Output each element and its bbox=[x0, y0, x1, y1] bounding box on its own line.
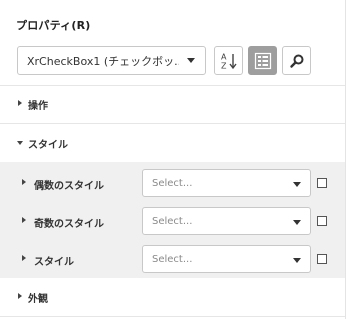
group-header-operation[interactable]: 操作 bbox=[0, 85, 345, 123]
chevron-down-icon bbox=[17, 141, 23, 145]
svg-text:Z: Z bbox=[221, 61, 227, 70]
categorized-list-icon bbox=[254, 52, 271, 69]
group-label: スタイル bbox=[28, 139, 68, 151]
chevron-right-icon bbox=[18, 293, 22, 299]
chevron-right-icon[interactable] bbox=[22, 255, 26, 261]
chevron-right-icon[interactable] bbox=[22, 217, 26, 223]
group-header-appearance[interactable]: 外観 bbox=[0, 278, 345, 316]
sort-alphabetical-button[interactable]: A Z bbox=[214, 46, 243, 75]
even-style-select[interactable]: Select... bbox=[142, 169, 311, 197]
select-placeholder: Select... bbox=[152, 254, 193, 265]
style-select[interactable]: Select... bbox=[142, 245, 311, 273]
svg-text:A: A bbox=[221, 52, 227, 61]
select-placeholder: Select... bbox=[152, 216, 193, 227]
property-label: スタイル bbox=[34, 257, 74, 268]
component-selector[interactable]: XrCheckBox1 (チェックボッ... bbox=[17, 46, 206, 75]
property-row[interactable]: スタイル Select... bbox=[0, 240, 345, 278]
property-label: 偶数のスタイル bbox=[34, 181, 104, 192]
style-checkbox[interactable] bbox=[317, 254, 327, 264]
chevron-down-icon bbox=[293, 220, 301, 225]
chevron-down-icon bbox=[293, 182, 301, 187]
categorized-view-button[interactable] bbox=[248, 46, 277, 75]
search-icon bbox=[289, 54, 303, 68]
style-properties: 偶数のスタイル Select... 奇数のスタイル Select... スタイル… bbox=[0, 162, 345, 278]
chevron-down-icon bbox=[187, 58, 195, 63]
component-selector-value: XrCheckBox1 (チェックボッ... bbox=[27, 54, 179, 68]
group-label: 外観 bbox=[28, 293, 48, 305]
odd-style-checkbox[interactable] bbox=[317, 216, 327, 226]
odd-style-select[interactable]: Select... bbox=[142, 207, 311, 235]
even-style-checkbox[interactable] bbox=[317, 178, 327, 188]
properties-panel: プロパティ(R) XrCheckBox1 (チェックボッ... A Z 操作 ス… bbox=[0, 0, 346, 319]
panel-title: プロパティ(R) bbox=[16, 19, 91, 32]
divider bbox=[0, 316, 345, 317]
search-button[interactable] bbox=[282, 46, 311, 75]
property-label: 奇数のスタイル bbox=[34, 219, 104, 230]
group-header-style[interactable]: スタイル bbox=[0, 124, 345, 162]
property-row[interactable]: 奇数のスタイル Select... bbox=[0, 202, 345, 240]
select-placeholder: Select... bbox=[152, 178, 193, 189]
sort-alphabetical-icon: A Z bbox=[221, 52, 237, 70]
property-row[interactable]: 偶数のスタイル Select... bbox=[0, 164, 345, 202]
chevron-right-icon[interactable] bbox=[22, 179, 26, 185]
chevron-down-icon bbox=[293, 258, 301, 263]
group-label: 操作 bbox=[28, 100, 48, 112]
chevron-right-icon bbox=[18, 100, 22, 106]
